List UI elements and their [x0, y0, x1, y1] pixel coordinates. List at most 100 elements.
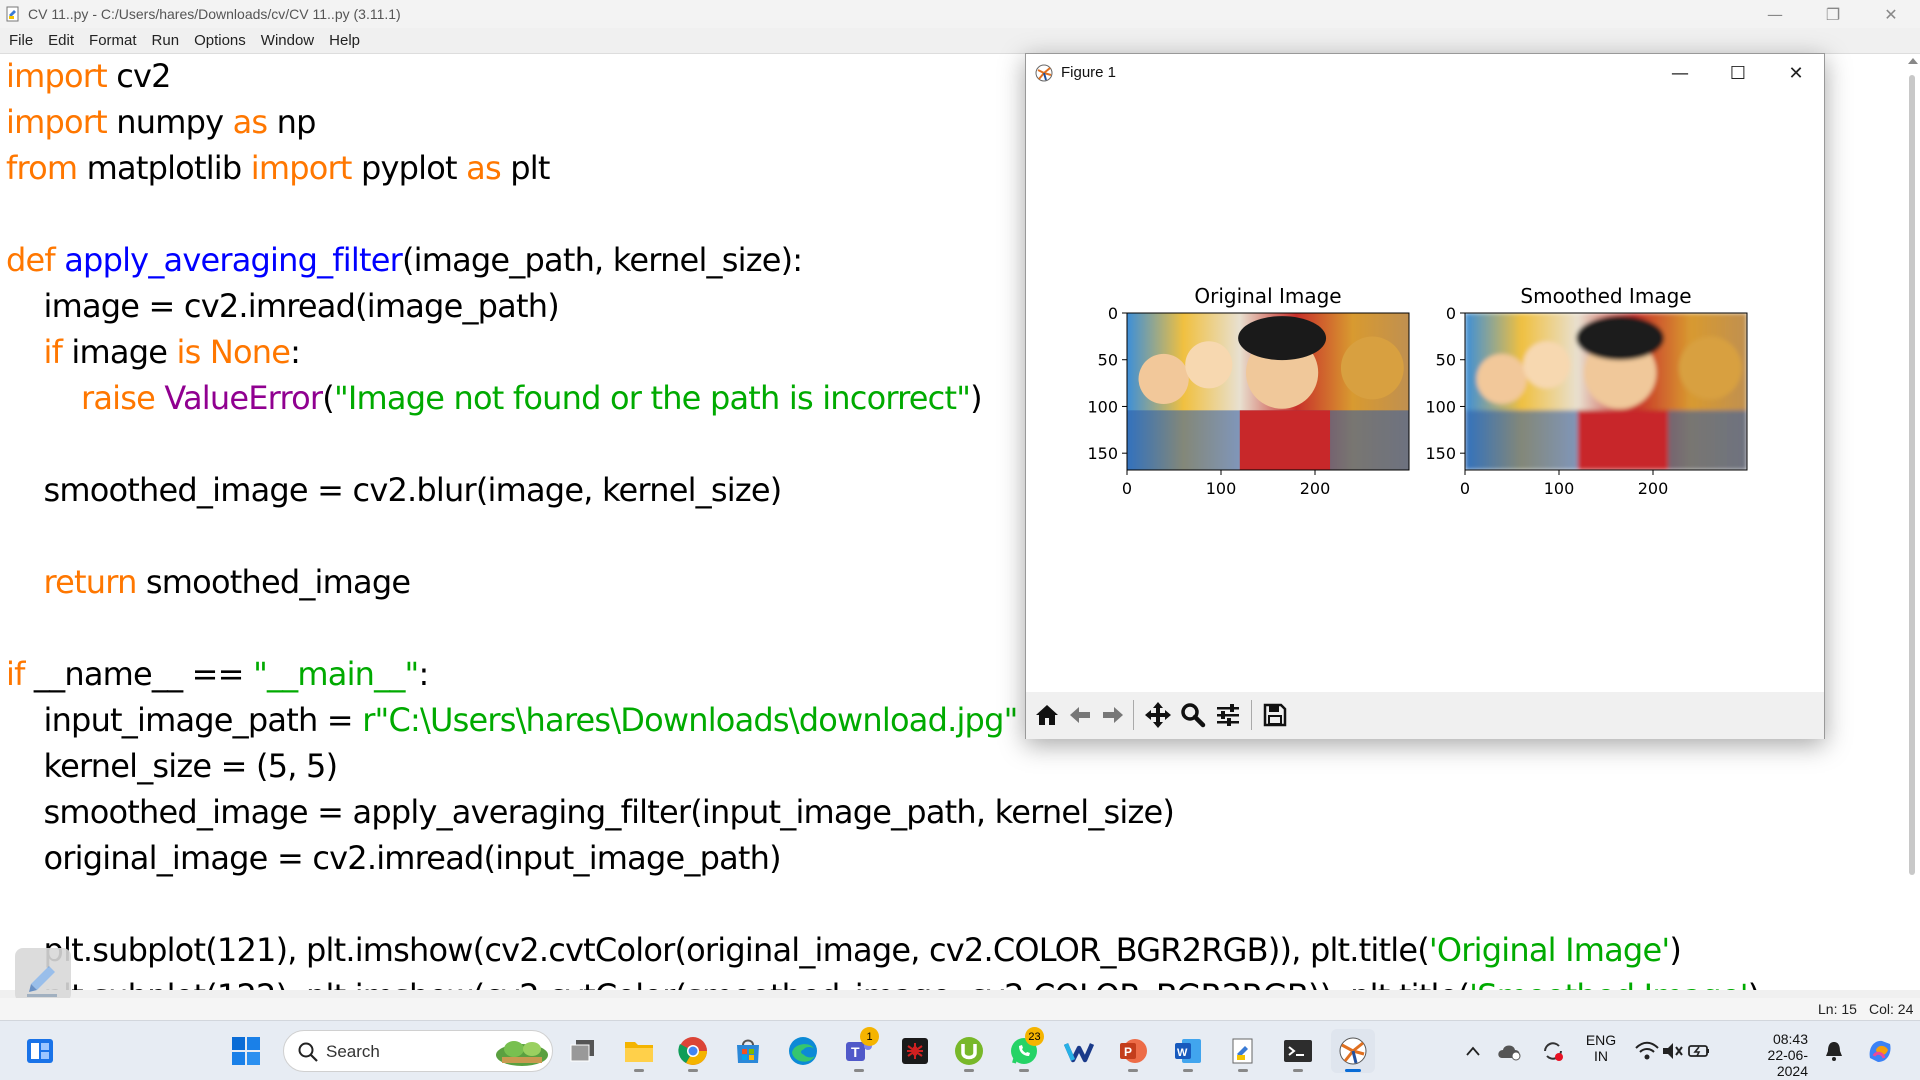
code-line[interactable]: plt.subplot(122), plt.imshow(cv2.cvtColo… [6, 973, 1760, 990]
home-icon [1036, 705, 1058, 725]
python-figure-button[interactable] [1331, 1029, 1375, 1073]
code-token: original_image = cv2.imread(input_image_… [6, 839, 781, 877]
code-token: plt.subplot(122), plt.imshow(cv2.cvtColo… [6, 977, 1469, 990]
chevron-up-icon [1466, 1046, 1480, 1056]
show-hidden-icons-button[interactable] [1451, 1029, 1495, 1073]
webex-button[interactable] [1057, 1029, 1101, 1073]
onedrive-tray-button[interactable] [1490, 1029, 1530, 1073]
code-line[interactable]: if image is None: [6, 329, 301, 375]
code-line[interactable]: return smoothed_image [6, 559, 412, 605]
code-token: __name__ == [24, 655, 254, 693]
code-token: import [6, 103, 108, 141]
magnifier-icon [1181, 703, 1206, 728]
menu-format[interactable]: Format [89, 32, 137, 49]
notifications-button[interactable] [1814, 1029, 1854, 1073]
spider-icon [902, 1038, 928, 1064]
toolbar-separator [1251, 700, 1252, 730]
folder-icon [625, 1042, 653, 1062]
utorrent-button[interactable] [947, 1029, 991, 1073]
scrollbar-thumb[interactable] [1909, 75, 1915, 875]
widgets-button[interactable] [18, 1029, 62, 1073]
figure-title-bar[interactable]: Figure 1 — ☐ ✕ [1026, 54, 1824, 92]
pen-tool-floating-button[interactable] [15, 948, 71, 1002]
idle-taskbar-button[interactable] [1221, 1029, 1265, 1073]
code-line[interactable]: kernel_size = (5, 5) [6, 743, 338, 789]
task-view-button[interactable] [561, 1029, 605, 1073]
code-line[interactable]: input_image_path = r"C:\Users\hares\Down… [6, 697, 1018, 743]
whatsapp-button[interactable]: 23 [1002, 1027, 1046, 1073]
close-button[interactable]: ✕ [1862, 0, 1920, 28]
figure-window[interactable]: Figure 1 — ☐ ✕ Original Image 0 100 200 0 50 1… [1025, 53, 1825, 739]
home-button[interactable] [1030, 698, 1064, 732]
forward-button[interactable] [1096, 698, 1130, 732]
copilot-button[interactable] [1858, 1029, 1902, 1073]
game-app-button[interactable] [893, 1029, 937, 1073]
code-line[interactable]: def apply_averaging_filter(image_path, k… [6, 237, 803, 283]
code-line[interactable]: plt.subplot(121), plt.imshow(cv2.cvtColo… [6, 927, 1681, 973]
sliders-icon [1217, 704, 1239, 726]
webex-icon [1063, 1043, 1095, 1063]
image-content [1127, 313, 1409, 470]
floppy-disk-icon [1263, 703, 1287, 727]
plot-area: Original Image 0 100 200 0 50 100 150 Smoothed I… [1087, 284, 1748, 498]
chrome-button[interactable] [671, 1029, 715, 1073]
code-line[interactable]: image = cv2.imread(image_path) [6, 283, 559, 329]
code-line[interactable]: original_image = cv2.imread(input_image_… [6, 835, 781, 881]
terminal-button[interactable] [1276, 1029, 1320, 1073]
edge-button[interactable] [781, 1029, 825, 1073]
back-button[interactable] [1063, 698, 1097, 732]
running-indicator [1183, 1069, 1193, 1072]
file-explorer-button[interactable] [617, 1029, 661, 1073]
code-token: ) [970, 379, 982, 417]
teams-button[interactable]: T 1 [837, 1027, 881, 1073]
zoom-button[interactable] [1176, 698, 1210, 732]
running-indicator [688, 1069, 698, 1072]
sync-tray-button[interactable] [1533, 1029, 1573, 1073]
vertical-scrollbar[interactable] [1906, 55, 1920, 990]
code-token: numpy [106, 103, 233, 141]
character-face [1138, 353, 1189, 405]
code-line[interactable]: import cv2 [6, 55, 172, 99]
code-token: "Image not found or the path is incorrec… [333, 379, 971, 417]
restore-button[interactable]: ❐ [1804, 0, 1862, 28]
menu-edit[interactable]: Edit [48, 32, 74, 49]
menu-options[interactable]: Options [194, 32, 246, 49]
minimize-button[interactable]: — [1746, 0, 1804, 28]
code-line[interactable]: raise ValueError("Image not found or the… [6, 375, 983, 421]
figure-canvas[interactable]: Original Image 0 100 200 0 50 100 150 Smoothed I… [1026, 92, 1824, 692]
menu-window[interactable]: Window [261, 32, 314, 49]
code-line[interactable]: from matplotlib import pyplot as plt [6, 145, 550, 191]
code-line[interactable]: smoothed_image = apply_averaging_filter(… [6, 789, 1174, 835]
figure-minimize-button[interactable]: — [1651, 54, 1709, 92]
word-button[interactable]: W [1166, 1029, 1210, 1073]
start-button[interactable] [224, 1029, 268, 1073]
menu-help[interactable]: Help [329, 32, 360, 49]
scroll-up-icon[interactable] [1908, 58, 1918, 64]
clock[interactable]: 08:43 22-06-2024 [1738, 1031, 1808, 1079]
figure-close-button[interactable]: ✕ [1767, 54, 1825, 92]
code-token: image = cv2.imread(image_path) [6, 287, 559, 325]
taskbar-search[interactable]: Search [283, 1030, 553, 1072]
menu-bar: File Edit Format Run Options Window Help [0, 28, 1920, 54]
language-indicator[interactable]: ENG IN [1583, 1032, 1619, 1064]
powerpoint-button[interactable]: P [1111, 1029, 1155, 1073]
code-line[interactable]: if __name__ == "__main__": [6, 651, 429, 697]
x-tick-label: 200 [1638, 479, 1669, 498]
image-content [1465, 313, 1747, 470]
code-line[interactable]: smoothed_image = cv2.blur(image, kernel_… [6, 467, 782, 513]
code-token: cv2 [106, 57, 171, 95]
pan-button[interactable] [1141, 698, 1175, 732]
menu-file[interactable]: File [9, 32, 33, 49]
save-button[interactable] [1258, 698, 1292, 732]
code-line[interactable]: import numpy as np [6, 99, 316, 145]
teams-badge: 1 [860, 1027, 879, 1046]
idle-file-icon [6, 6, 19, 22]
menu-run[interactable]: Run [152, 32, 180, 49]
code-token: smoothed_image = cv2.blur(image, kernel_… [6, 471, 782, 509]
figure-maximize-button[interactable]: ☐ [1709, 54, 1767, 92]
quick-settings-button[interactable] [1628, 1029, 1718, 1073]
windows-logo-icon [232, 1037, 260, 1065]
microsoft-store-button[interactable] [726, 1029, 770, 1073]
configure-subplots-button[interactable] [1211, 698, 1245, 732]
